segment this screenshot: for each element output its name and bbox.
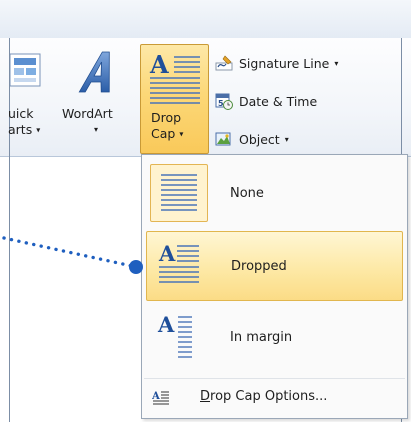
- in-margin-thumbnail: A: [150, 308, 208, 366]
- ribbon-tab-strip: [0, 0, 411, 39]
- signature-line-icon: [215, 55, 233, 71]
- drop-cap-label-1: Drop: [151, 110, 182, 125]
- drop-cap-none-icon: [161, 174, 197, 211]
- quick-parts-button[interactable]: uick arts ▾: [8, 44, 60, 154]
- svg-text:A: A: [149, 51, 169, 79]
- signature-line-button[interactable]: Signature Line ▾: [215, 52, 338, 74]
- drop-cap-none-item[interactable]: None: [146, 159, 403, 229]
- quick-parts-label-2-row: arts ▾: [8, 122, 40, 139]
- svg-text:5: 5: [218, 99, 224, 108]
- object-icon: [215, 132, 231, 146]
- drop-cap-dropped-icon: A: [158, 241, 199, 283]
- drop-cap-options-mnemonic: D: [200, 389, 211, 404]
- object-button[interactable]: Object ▾: [215, 128, 289, 150]
- quick-parts-icon: [10, 53, 41, 87]
- drop-cap-dropped-label: Dropped: [231, 259, 287, 274]
- drop-cap-dropped-item[interactable]: A Dropped: [146, 231, 403, 301]
- signature-line-dropdown-arrow: ▾: [334, 58, 339, 68]
- object-dropdown-arrow: ▾: [284, 134, 289, 144]
- drop-cap-button[interactable]: A Drop Cap ▾: [140, 44, 209, 154]
- svg-text:A: A: [158, 241, 176, 266]
- drop-cap-in-margin-label: In margin: [230, 330, 293, 345]
- signature-line-label: Signature Line: [239, 55, 330, 71]
- quick-parts-dropdown-arrow: ▾: [36, 125, 41, 135]
- drop-cap-label-2: Cap: [151, 126, 176, 141]
- menu-separator: [144, 378, 405, 379]
- drop-cap-in-margin-item[interactable]: A In margin: [146, 303, 403, 373]
- drop-cap-options-icon: A: [152, 391, 169, 405]
- none-thumbnail: [150, 164, 208, 222]
- drop-cap-none-label: None: [230, 186, 264, 201]
- date-time-label: Date & Time: [239, 93, 318, 109]
- dropped-thumbnail: A: [151, 237, 209, 295]
- quick-parts-label-2: arts: [8, 122, 33, 137]
- wordart-button[interactable]: WordArt ▾: [62, 44, 136, 154]
- drop-cap-options-item[interactable]: A Drop Cap Options...: [146, 382, 403, 414]
- drop-cap-dropdown-arrow: ▾: [179, 129, 184, 139]
- object-label: Object: [239, 131, 280, 147]
- drop-cap-options-label: rop Cap Options...: [210, 389, 328, 404]
- drop-cap-options-label-row: Drop Cap Options...: [200, 389, 327, 405]
- calendar-clock-icon: 5: [215, 93, 233, 110]
- quick-parts-label-1: uick: [8, 106, 34, 121]
- drop-cap-label-2-row: Cap ▾: [151, 126, 183, 143]
- drop-cap-menu: None A Dropped A In margin A Drop Cap Op…: [141, 154, 408, 419]
- svg-text:A: A: [157, 312, 175, 337]
- drop-cap-icon: A: [149, 51, 200, 104]
- wordart-dropdown-arrow: ▾: [94, 125, 99, 134]
- date-time-button[interactable]: 5 Date & Time: [215, 90, 317, 112]
- wordart-label: WordArt: [62, 106, 113, 121]
- drop-cap-in-margin-icon: A: [157, 312, 192, 358]
- wordart-icon: [78, 51, 110, 93]
- svg-text:A: A: [152, 391, 160, 402]
